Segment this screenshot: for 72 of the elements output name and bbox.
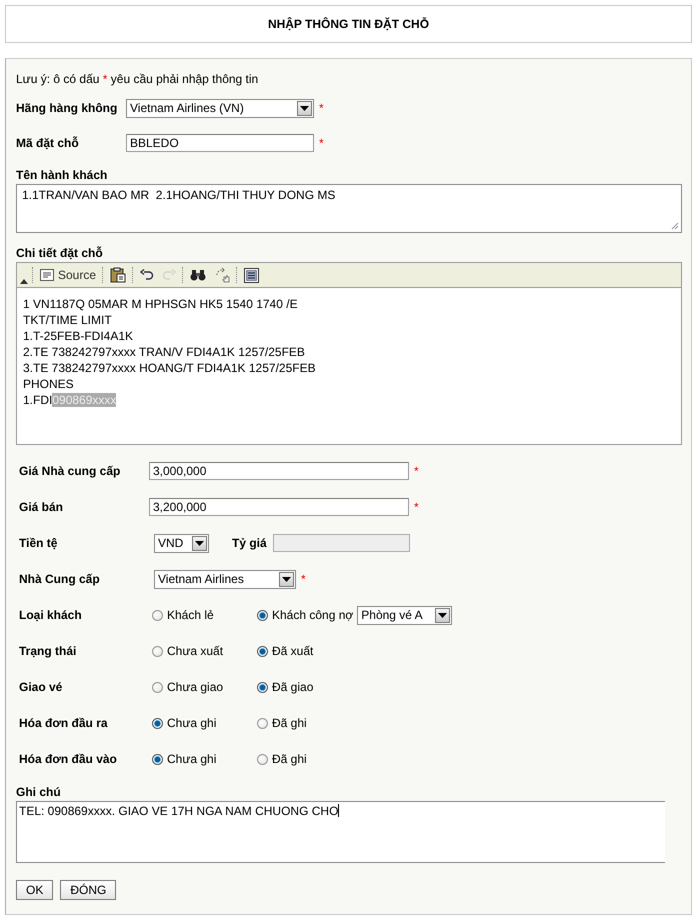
editor-line: 3.TE 738242797xxxx HOANG/T FDI4A1K 1257/25FEB <box>23 360 317 376</box>
editor-line: 1.T-25FEB-FDI4A1K <box>23 328 134 344</box>
dropdown[interactable]: Vietnam Airlines <box>154 570 296 588</box>
field-label: Ghi chú <box>16 785 62 799</box>
dropdown[interactable]: Vietnam Airlines (VN) <box>126 98 314 118</box>
radio-button[interactable] <box>257 610 268 620</box>
caret-icon[interactable] <box>435 608 450 622</box>
radio-button[interactable] <box>152 646 163 656</box>
field-label: Trạng thái <box>19 644 78 658</box>
dropdown[interactable]: VND <box>154 534 209 552</box>
resize-grip-icon[interactable] <box>669 220 679 230</box>
radio-label[interactable]: Chưa xuất <box>167 644 224 658</box>
editor-line: TKT/TIME LIMIT <box>23 312 113 328</box>
radio-label[interactable]: Chưa giao <box>167 680 224 694</box>
radio-button[interactable] <box>152 718 163 728</box>
passenger-field[interactable]: 1.1TRAN/VAN BAO MR 2.1HOANG/THI THUY DONG MS <box>16 184 682 233</box>
source-button[interactable]: Source <box>38 267 98 283</box>
ok-button[interactable]: OK <box>16 880 54 900</box>
field-label: Giao vé <box>19 680 64 694</box>
caret-icon[interactable] <box>279 572 294 586</box>
field-label: Hóa đơn đầu ra <box>19 716 109 730</box>
rich-text-editor[interactable]: Source 1 VN1187Q 05MAR M HPHSGN HK5 1540 1740 /E TKT/TIME LIMIT 1.T-25FEB-FDI4A1K 2.TE 738242797xxxx TRAN/V FDI4A1K 1257/25FEB 3.TE 738242797xxxx HOANG/T FDI4A1K 1257/25FEB PHONES 1.FDI090869xxxx <box>16 262 682 445</box>
source-icon <box>40 269 54 281</box>
radio-label[interactable]: Đã xuất <box>272 644 314 658</box>
radio-label[interactable]: Đã ghi <box>272 716 307 730</box>
editor-line: 2.TE 738242797xxxx TRAN/V FDI4A1K 1257/25FEB <box>23 344 306 360</box>
close-button[interactable]: ĐÓNG <box>60 880 116 900</box>
field-label: Nhà Cung cấp <box>19 572 101 586</box>
radio-label[interactable]: Chưa ghi <box>167 752 216 766</box>
field-label: Tỷ giá <box>232 536 268 550</box>
field-label: Giá bán <box>19 500 64 514</box>
radio-button[interactable] <box>257 754 268 764</box>
radio-button[interactable] <box>152 682 163 692</box>
radio-button[interactable] <box>152 754 163 764</box>
dropdown[interactable]: Phòng vé A <box>357 606 452 624</box>
required-mark: * <box>301 572 306 586</box>
radio-label[interactable]: Khách lẻ <box>167 608 214 622</box>
field-label: Tên hành khách <box>16 168 108 182</box>
required-mark: * <box>319 136 324 150</box>
required-note: Lưu ý: ô có dấu * yêu cầu phải nhập thông tin <box>16 72 260 86</box>
field-label: Loại khách <box>19 608 83 622</box>
binoculars-icon[interactable] <box>188 267 208 283</box>
radio-label[interactable]: Đã ghi <box>272 752 307 766</box>
caret-icon[interactable] <box>297 100 312 116</box>
radio-label[interactable]: Khách công nợ <box>272 608 354 622</box>
paste-icon[interactable] <box>108 266 128 284</box>
radio-button[interactable] <box>152 610 163 620</box>
radio-label[interactable]: Đã giao <box>272 680 314 694</box>
caret-icon[interactable] <box>192 536 207 550</box>
select-all-icon[interactable] <box>242 266 262 284</box>
radio-button[interactable] <box>257 682 268 692</box>
required-mark: * <box>414 464 419 478</box>
collapse-icon[interactable] <box>20 279 28 284</box>
radio-button[interactable] <box>257 718 268 728</box>
field-label: Giá Nhà cung cấp <box>19 464 122 478</box>
radio-button[interactable] <box>257 646 268 656</box>
input-field[interactable]: 3,000,000 <box>149 462 409 480</box>
notes-field[interactable]: TEL: 090869xxxx. GIAO VE 17H NGA NAM CHUONG CHO <box>16 801 665 863</box>
field-label: Tiền tệ <box>19 536 58 550</box>
field-label: Mã đặt chỗ <box>16 136 80 150</box>
form-title: NHẬP THÔNG TIN ĐẶT CHỖ <box>268 17 430 31</box>
field-label: Hãng hàng không <box>16 101 118 115</box>
editor-line: PHONES <box>23 376 75 392</box>
editor-line: 1.FDI090869xxxx <box>23 392 118 408</box>
field-label: Hóa đơn đầu vào <box>19 752 118 766</box>
radio-label[interactable]: Chưa ghi <box>167 716 216 730</box>
required-mark: * <box>414 500 419 514</box>
required-mark: * <box>319 101 324 115</box>
input-field[interactable]: 3,200,000 <box>149 498 409 516</box>
editor-line: 1 VN1187Q 05MAR M HPHSGN HK5 1540 1740 /E <box>23 296 299 312</box>
field-label: Chi tiết đặt chỗ <box>16 246 104 260</box>
input-field[interactable]: BBLEDO <box>126 134 314 152</box>
